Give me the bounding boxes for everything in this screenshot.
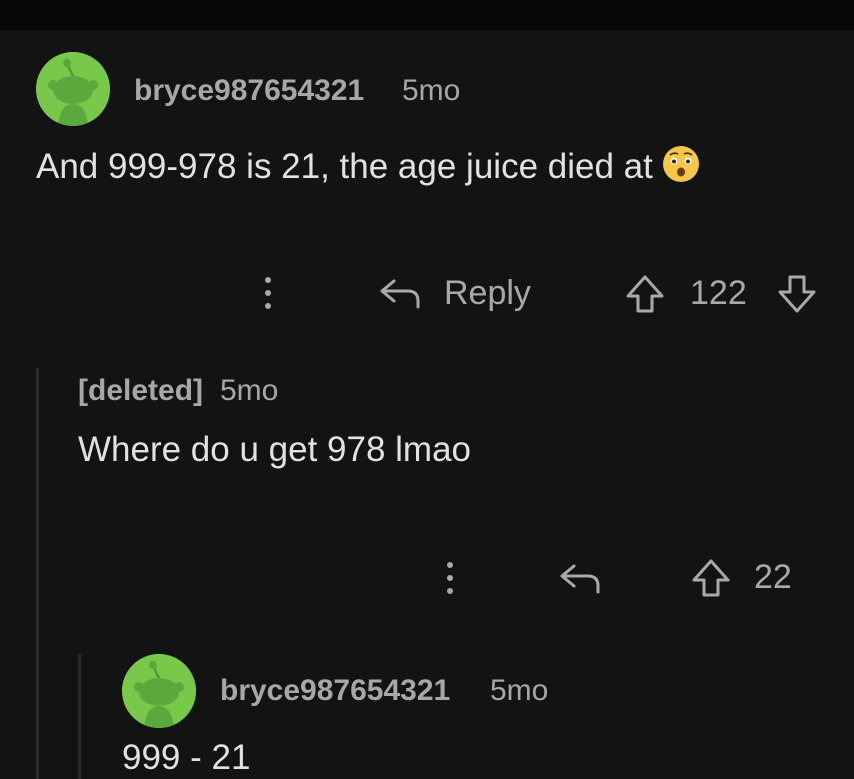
reply-icon [560, 564, 600, 594]
vote-score: 22 [754, 558, 792, 596]
upvote-button[interactable] [690, 558, 732, 598]
comment-author: [deleted] [78, 374, 204, 407]
comment-body: Where do u get 978 lmao [78, 430, 472, 469]
comment-author[interactable]: bryce987654321 [220, 674, 450, 708]
downvote-icon [778, 275, 816, 313]
comment-author[interactable]: bryce987654321 [134, 74, 364, 108]
comment-body: 999 - 21 [122, 738, 251, 777]
upvote-icon [626, 275, 664, 313]
avatar-icon [36, 52, 110, 126]
top-bar [0, 0, 854, 30]
more-options-icon [265, 277, 271, 309]
downvote-button[interactable] [776, 274, 818, 314]
thread-line[interactable] [78, 654, 81, 779]
thread-line[interactable] [36, 368, 39, 779]
more-options-icon [447, 562, 453, 594]
comment-body-text: And 999-978 is 21, the age juice died at [36, 147, 653, 186]
user-avatar[interactable] [36, 52, 110, 126]
comment-body: And 999-978 is 21, the age juice died at [36, 144, 701, 187]
more-options-button[interactable] [258, 275, 278, 311]
vote-score: 122 [690, 274, 747, 312]
anxious-face-emoji [661, 144, 701, 184]
avatar-icon [122, 654, 196, 728]
reply-icon [380, 279, 420, 309]
reply-button[interactable] [558, 560, 602, 596]
comment-age: 5mo [490, 674, 549, 707]
more-options-button[interactable] [440, 560, 460, 596]
comment-age: 5mo [220, 374, 279, 407]
comment-age: 5mo [402, 74, 461, 107]
reply-label[interactable]: Reply [444, 274, 531, 313]
user-avatar[interactable] [122, 654, 196, 728]
comment-thread: bryce987654321 5mo And 999-978 is 21, th… [0, 0, 854, 779]
upvote-button[interactable] [624, 274, 666, 314]
upvote-icon [692, 559, 730, 597]
reply-button[interactable] [378, 275, 422, 311]
